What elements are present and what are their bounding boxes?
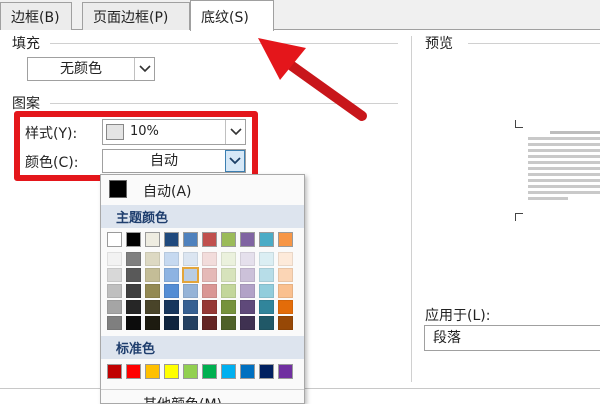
color-swatch[interactable] [221,364,236,379]
color-swatch[interactable] [145,364,160,379]
color-swatch[interactable] [259,232,274,247]
color-swatch[interactable] [145,316,160,330]
color-swatch[interactable] [183,300,198,314]
fill-color-select[interactable]: 无颜色 [27,57,155,81]
color-swatch[interactable] [145,252,160,266]
tab-shading[interactable]: 底纹(S) [190,0,274,31]
color-swatch[interactable] [164,284,179,298]
preview-corner-mark [515,120,523,128]
color-swatch[interactable] [202,284,217,298]
pattern-label: 图案 [12,96,40,112]
section-separator [411,36,412,382]
color-swatch[interactable] [126,316,141,330]
theme-color-row [101,228,304,247]
color-swatch[interactable] [221,284,236,298]
fill-label: 填充 [12,36,40,52]
color-swatch[interactable] [145,300,160,314]
color-swatch[interactable] [278,300,293,314]
color-swatch[interactable] [259,252,274,266]
color-swatch[interactable] [126,252,141,266]
color-swatch[interactable] [221,316,236,330]
preview-divider [468,43,600,44]
color-swatch[interactable] [240,284,255,298]
color-swatch[interactable] [259,284,274,298]
tab-borders[interactable]: 边框(B) [0,2,72,30]
color-swatch[interactable] [107,284,122,298]
color-swatch[interactable] [240,268,255,282]
color-swatch[interactable] [221,268,236,282]
color-swatch[interactable] [221,232,236,247]
color-swatch[interactable] [107,268,122,282]
preview-pane [528,131,600,203]
color-swatch[interactable] [278,232,293,247]
color-swatch[interactable] [259,364,274,379]
color-swatch[interactable] [145,284,160,298]
color-swatch[interactable] [183,284,198,298]
color-swatch[interactable] [240,300,255,314]
theme-shade-grid [101,247,304,330]
color-swatch[interactable] [107,316,122,330]
color-swatch[interactable] [202,232,217,247]
standard-colors-header: 标准色 [101,336,304,359]
color-swatch[interactable] [259,268,274,282]
color-swatch[interactable] [164,232,179,247]
color-swatch[interactable] [126,284,141,298]
color-swatch[interactable] [145,268,160,282]
color-swatch[interactable] [259,300,274,314]
color-swatch[interactable] [278,284,293,298]
color-swatch[interactable] [126,300,141,314]
theme-colors-header: 主题颜色 [101,205,304,228]
highlight-box [14,111,258,181]
color-swatch[interactable] [126,232,141,247]
color-swatch[interactable] [202,300,217,314]
color-swatch[interactable] [202,364,217,379]
palette-auto-row[interactable]: 自动(A) [101,175,304,205]
color-swatch[interactable] [126,364,141,379]
fill-color-value: 无颜色 [60,61,102,77]
color-swatch[interactable] [221,300,236,314]
color-swatch[interactable] [107,300,122,314]
color-swatch[interactable] [145,232,160,247]
color-swatch[interactable] [183,316,198,330]
color-swatch[interactable] [164,268,179,282]
color-swatch[interactable] [240,316,255,330]
color-swatch[interactable] [107,364,122,379]
color-swatch[interactable] [202,268,217,282]
more-colors-option[interactable]: 其他颜色(M)... [101,389,304,403]
color-swatch[interactable] [202,316,217,330]
color-palette-dropdown: 自动(A) 主题颜色 标准色 其他颜色(M)... [100,174,305,404]
color-swatch[interactable] [202,252,217,266]
standard-color-row [101,359,304,379]
chevron-down-icon[interactable] [134,58,154,80]
apply-to-value: 段落 [433,330,461,346]
auto-color-label[interactable]: 自动(A) [143,181,192,201]
preview-corner-mark [515,213,523,221]
color-swatch[interactable] [278,268,293,282]
color-swatch[interactable] [259,316,274,330]
apply-to-label: 应用于(L): [425,308,491,324]
color-swatch[interactable] [183,232,198,247]
color-swatch[interactable] [278,316,293,330]
color-swatch[interactable] [240,252,255,266]
auto-color-swatch[interactable] [109,180,127,198]
color-swatch[interactable] [107,232,122,247]
color-swatch[interactable] [164,252,179,266]
color-swatch[interactable] [278,364,293,379]
apply-to-select[interactable]: 段落 [424,325,600,351]
color-swatch[interactable] [240,364,255,379]
color-swatch[interactable] [278,252,293,266]
color-swatch[interactable] [164,300,179,314]
color-swatch[interactable] [240,232,255,247]
color-swatch[interactable] [164,364,179,379]
color-swatch[interactable] [183,252,198,266]
preview-label: 预览 [425,36,453,52]
tab-page-borders[interactable]: 页面边框(P) [82,2,190,30]
color-swatch[interactable] [183,364,198,379]
color-swatch[interactable] [182,267,199,283]
red-arrow-icon [258,38,367,121]
color-swatch[interactable] [164,316,179,330]
color-swatch[interactable] [221,252,236,266]
color-swatch[interactable] [126,268,141,282]
color-swatch[interactable] [107,252,122,266]
